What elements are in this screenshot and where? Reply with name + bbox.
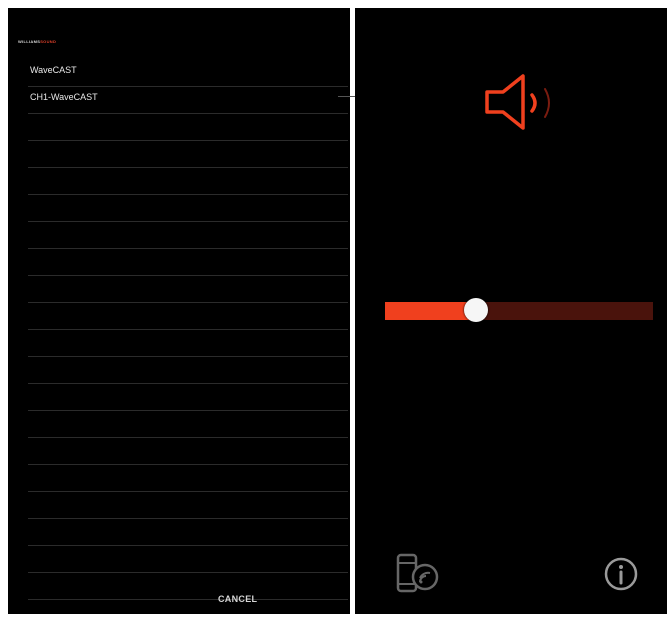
- brand-logo: WILLIAMSSOUND: [18, 39, 56, 44]
- device-list-item[interactable]: [28, 546, 348, 573]
- device-list-item[interactable]: [28, 222, 348, 249]
- device-list-item[interactable]: [28, 465, 348, 492]
- phone-cast-icon[interactable]: [395, 552, 441, 596]
- volume-slider-fill: [385, 302, 477, 320]
- device-list-item-label: WaveCAST: [30, 65, 77, 75]
- device-list-item[interactable]: [28, 168, 348, 195]
- device-list-item[interactable]: [28, 573, 348, 600]
- device-list-item[interactable]: [28, 249, 348, 276]
- info-icon[interactable]: [603, 556, 639, 592]
- volume-slider[interactable]: [385, 298, 653, 322]
- device-list-item[interactable]: [28, 141, 348, 168]
- divider-line: [338, 96, 356, 97]
- device-list-item[interactable]: [28, 114, 348, 141]
- cancel-button[interactable]: CANCEL: [218, 594, 257, 604]
- device-list-item[interactable]: [28, 330, 348, 357]
- device-list-item[interactable]: [28, 276, 348, 303]
- device-list-item[interactable]: WaveCAST: [28, 60, 348, 87]
- device-list-item[interactable]: [28, 357, 348, 384]
- device-picker-screen: WILLIAMSSOUND WaveCAST CH1-WaveCAST CANCE…: [8, 8, 350, 614]
- device-list-item[interactable]: [28, 303, 348, 330]
- device-list-item[interactable]: [28, 438, 348, 465]
- player-screen: [355, 8, 667, 614]
- device-list-item[interactable]: [28, 519, 348, 546]
- device-list-item[interactable]: [28, 411, 348, 438]
- brand-logo-part2: SOUND: [40, 39, 57, 44]
- device-list-item[interactable]: [28, 384, 348, 411]
- device-list-item[interactable]: [28, 195, 348, 222]
- device-list-item[interactable]: [28, 492, 348, 519]
- brand-logo-part1: WILLIAMS: [18, 39, 41, 44]
- device-list-item[interactable]: CH1-WaveCAST: [28, 87, 348, 114]
- device-list: WaveCAST CH1-WaveCAST: [8, 60, 350, 600]
- device-list-item-label: CH1-WaveCAST: [30, 92, 98, 102]
- speaker-volume-icon: [483, 70, 559, 136]
- volume-slider-thumb[interactable]: [464, 298, 489, 322]
